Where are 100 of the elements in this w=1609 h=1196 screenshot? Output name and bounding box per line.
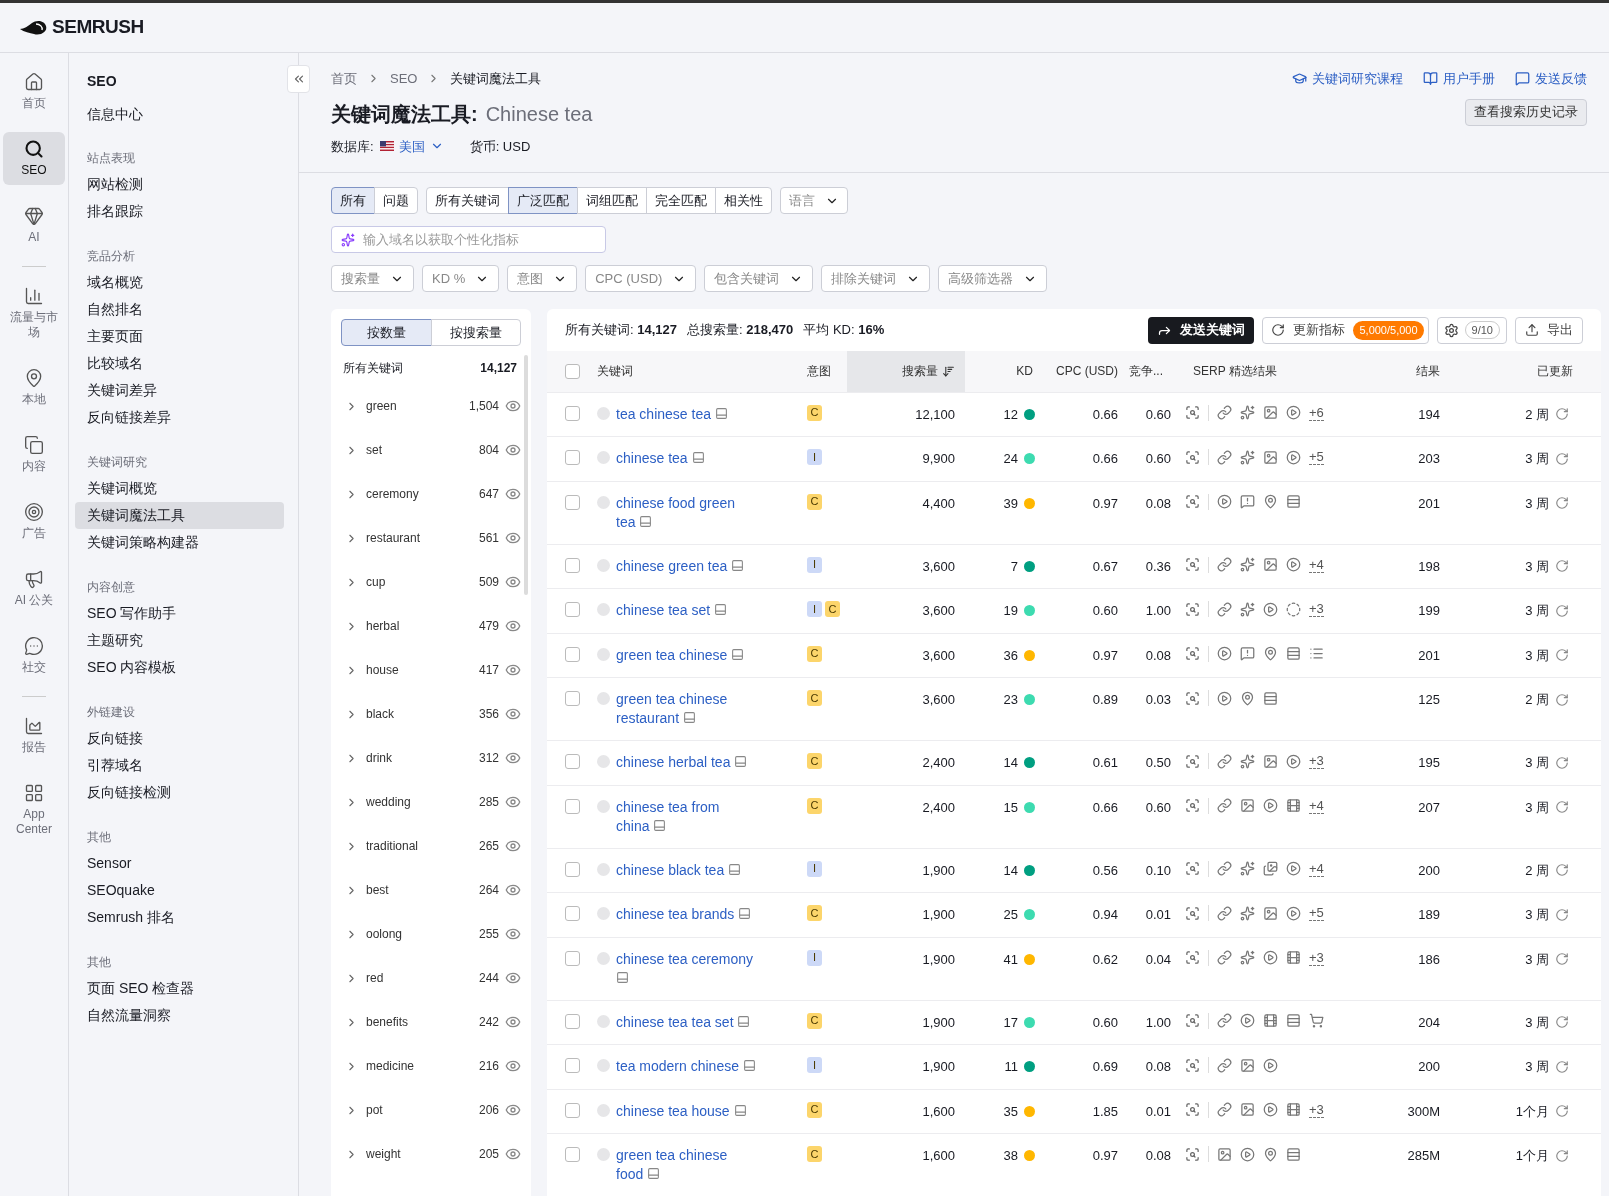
match-tab[interactable]: 所有关键词: [426, 187, 509, 214]
keyword-group[interactable]: house 417: [331, 648, 531, 692]
row-checkbox[interactable]: [565, 646, 580, 662]
row-checkbox[interactable]: [565, 1147, 580, 1162]
refresh-icon[interactable]: [1555, 907, 1569, 922]
row-checkbox[interactable]: [565, 1058, 580, 1073]
match-tab[interactable]: 相关性: [715, 187, 772, 214]
nav-item[interactable]: 关键词策略构建器: [75, 529, 284, 556]
rail-item[interactable]: 流量与市场: [3, 279, 65, 347]
more-features-link[interactable]: +3: [1309, 949, 1324, 966]
language-dropdown[interactable]: 语言: [780, 187, 848, 214]
column-header[interactable]: 关键词: [597, 351, 807, 392]
keyword-link[interactable]: green tea chinese restaurant: [616, 690, 756, 728]
nav-item[interactable]: 排名跟踪: [75, 198, 284, 225]
rail-item[interactable]: 首页: [3, 65, 65, 118]
more-features-link[interactable]: +5: [1309, 449, 1324, 465]
header-link[interactable]: 用户手册: [1443, 69, 1495, 89]
filter-tab[interactable]: 问题: [374, 187, 418, 214]
filter-dropdown[interactable]: 意图: [507, 265, 578, 292]
row-checkbox[interactable]: [565, 798, 580, 814]
keyword-group[interactable]: red 244: [331, 956, 531, 1000]
more-features-link[interactable]: +4: [1309, 860, 1324, 877]
nav-item[interactable]: 关键词概览: [75, 475, 284, 502]
keyword-group[interactable]: drink 312: [331, 736, 531, 780]
header-link[interactable]: 关键词研究课程: [1312, 69, 1403, 89]
filter-dropdown[interactable]: CPC (USD): [585, 265, 697, 292]
breadcrumb-link[interactable]: 首页: [331, 69, 357, 89]
group-tab[interactable]: 按数量: [341, 319, 432, 346]
keyword-group[interactable]: set 804: [331, 428, 531, 472]
history-button[interactable]: 查看搜索历史记录: [1465, 98, 1587, 126]
more-features-link[interactable]: +6: [1309, 404, 1324, 421]
refresh-icon[interactable]: [1555, 1104, 1569, 1119]
refresh-icon[interactable]: [1555, 863, 1569, 878]
match-tab[interactable]: 词组匹配: [577, 187, 647, 214]
refresh-icon[interactable]: [1555, 800, 1569, 815]
keyword-link[interactable]: chinese black tea: [616, 860, 742, 880]
nav-item[interactable]: 自然排名: [75, 296, 284, 323]
row-checkbox[interactable]: [565, 1013, 580, 1029]
rail-item[interactable]: 报告: [3, 709, 65, 762]
match-tab[interactable]: 完全匹配: [646, 187, 716, 214]
select-all-checkbox[interactable]: [565, 363, 580, 379]
refresh-icon[interactable]: [1555, 648, 1569, 663]
more-features-link[interactable]: +3: [1309, 601, 1324, 617]
nav-item[interactable]: 信息中心: [75, 101, 284, 127]
column-header[interactable]: SERP 精选结果: [1173, 351, 1405, 392]
nav-item[interactable]: 反向链接: [75, 725, 284, 752]
keyword-link[interactable]: green tea chinese food: [616, 1146, 756, 1184]
header-link[interactable]: 发送反馈: [1535, 69, 1587, 89]
keyword-link[interactable]: chinese herbal tea: [616, 753, 748, 772]
group-tab[interactable]: 按搜索量: [430, 319, 521, 346]
refresh-icon[interactable]: [1555, 1148, 1569, 1163]
refresh-icon[interactable]: [1555, 755, 1569, 770]
keyword-group[interactable]: wedding 285: [331, 780, 531, 824]
row-checkbox[interactable]: [565, 494, 580, 510]
row-checkbox[interactable]: [565, 557, 580, 573]
database-dropdown[interactable]: 美国: [379, 136, 444, 156]
rail-item[interactable]: 广告: [3, 495, 65, 548]
match-tab[interactable]: 广泛匹配: [508, 187, 578, 214]
refresh-icon[interactable]: [1555, 952, 1569, 967]
column-header[interactable]: 已更新: [1450, 351, 1583, 392]
keyword-group[interactable]: traditional 265: [331, 824, 531, 868]
column-header[interactable]: CPC (USD): [1043, 351, 1128, 392]
breadcrumb-link[interactable]: SEO: [390, 69, 418, 89]
more-features-link[interactable]: +4: [1309, 797, 1324, 814]
rail-item[interactable]: 本地: [3, 361, 65, 414]
keyword-link[interactable]: chinese tea tea set: [616, 1012, 751, 1032]
column-header[interactable]: 结果: [1405, 351, 1450, 392]
keyword-link[interactable]: tea modern chinese: [616, 1057, 756, 1076]
update-metrics-button[interactable]: 更新指标 5,000/5,000: [1262, 316, 1429, 344]
nav-item[interactable]: 主题研究: [75, 627, 284, 654]
nav-item[interactable]: 比较域名: [75, 350, 284, 377]
refresh-icon[interactable]: [1555, 496, 1569, 511]
keyword-group[interactable]: medicine 216: [331, 1044, 531, 1088]
filter-dropdown[interactable]: 搜索量: [331, 265, 414, 292]
more-features-link[interactable]: +4: [1309, 556, 1324, 573]
nav-item[interactable]: 关键词魔法工具: [75, 502, 284, 529]
column-header[interactable]: KD: [965, 351, 1043, 392]
filter-dropdown[interactable]: 包含关键词: [704, 265, 814, 292]
keyword-group[interactable]: weight 205: [331, 1132, 531, 1176]
nav-item[interactable]: 页面 SEO 检查器: [75, 975, 284, 1002]
filter-dropdown[interactable]: KD %: [422, 265, 500, 292]
nav-item[interactable]: 主要页面: [75, 323, 284, 350]
refresh-icon[interactable]: [1555, 603, 1569, 618]
keyword-group[interactable]: herbal 479: [331, 604, 531, 648]
keyword-link[interactable]: chinese tea from china: [616, 797, 756, 836]
rail-item[interactable]: 社交: [3, 629, 65, 682]
send-keywords-button[interactable]: 发送关键词: [1148, 316, 1255, 344]
row-checkbox[interactable]: [565, 602, 580, 617]
keyword-group[interactable]: green 1,504: [331, 384, 531, 428]
keyword-link[interactable]: chinese tea ceremony: [616, 949, 756, 988]
keyword-link[interactable]: chinese tea set: [616, 601, 728, 620]
keyword-group[interactable]: pot 206: [331, 1088, 531, 1132]
keyword-link[interactable]: chinese green tea: [616, 556, 745, 576]
nav-item[interactable]: Semrush 排名: [75, 904, 284, 931]
nav-item[interactable]: SEO 内容模板: [75, 654, 284, 681]
rail-item[interactable]: AI 公关: [3, 562, 65, 615]
rail-item[interactable]: SEO: [3, 132, 65, 185]
keyword-group[interactable]: best 264: [331, 868, 531, 912]
more-features-link[interactable]: +3: [1309, 1101, 1324, 1118]
nav-item[interactable]: SEO 写作助手: [75, 600, 284, 627]
